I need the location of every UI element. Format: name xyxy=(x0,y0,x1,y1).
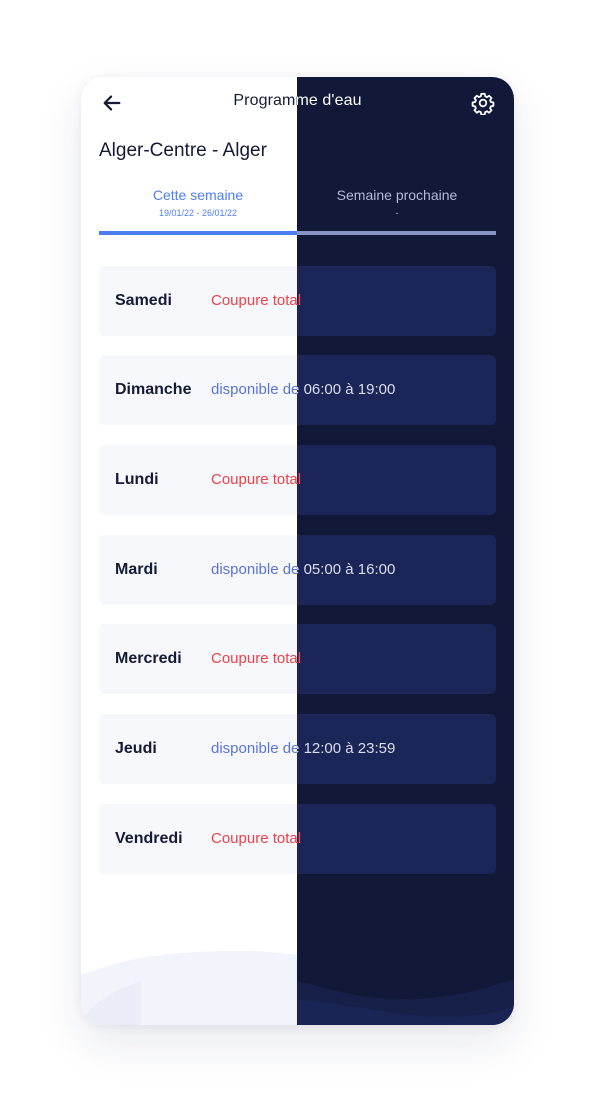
tab-this-week[interactable]: Cette semaine 19/01/22 - 26/01/22 xyxy=(99,185,297,221)
tab-label: Cette semaine xyxy=(152,187,244,203)
day-name: Dimanche xyxy=(115,381,192,398)
day-name: Mardi xyxy=(115,561,158,578)
day-name: Mercredi xyxy=(115,650,182,667)
day-status: Coupure total xyxy=(211,471,302,488)
day-status: Coupure total xyxy=(211,650,302,667)
day-status: Coupure total xyxy=(211,830,302,847)
tab-label: Semaine prochaine xyxy=(336,187,458,203)
day-name: Lundi xyxy=(115,471,159,488)
day-name: Jeudi xyxy=(115,740,157,757)
gear-icon xyxy=(471,92,495,115)
tab-dates: 19/01/22 - 26/01/22 xyxy=(158,208,238,218)
settings-button[interactable] xyxy=(470,90,496,116)
screen: Programme d'eau Alger-Centre - Alger Cet… xyxy=(0,0,595,1109)
phone-frame: Programme d'eau Alger-Centre - Alger Cet… xyxy=(81,77,514,1025)
tab-next-week[interactable]: Semaine prochaine - xyxy=(298,185,496,221)
day-name: Samedi xyxy=(115,292,172,309)
location-label: Alger-Centre - Alger xyxy=(99,140,267,161)
tab-dates: - xyxy=(395,208,399,218)
day-status: Coupure total xyxy=(211,292,302,309)
day-name: Vendredi xyxy=(115,830,183,847)
